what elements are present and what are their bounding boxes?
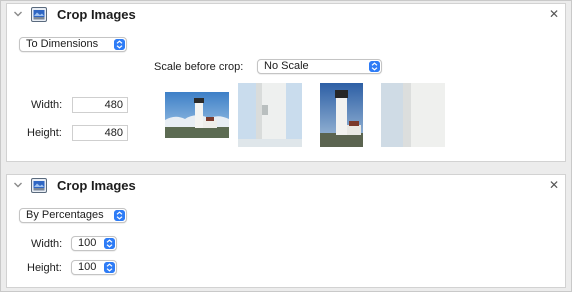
width-label: Width:: [31, 99, 63, 111]
height-label: Height:: [27, 262, 62, 274]
up-down-arrows-icon: [104, 262, 115, 273]
crop-images-action-by-percentages: Crop Images ✕ By Percentages Width: 100 …: [6, 174, 566, 288]
up-down-arrows-icon: [114, 210, 125, 221]
cropped-image-thumbnail: [320, 83, 363, 147]
height-field[interactable]: 480: [72, 125, 128, 141]
action-title: Crop Images: [57, 178, 136, 193]
close-icon[interactable]: ✕: [549, 178, 559, 192]
height-percent-value: 100: [78, 261, 97, 273]
width-percent-value: 100: [78, 237, 97, 249]
crop-mode-popup[interactable]: By Percentages: [19, 208, 127, 223]
original-image-thumbnail: [165, 92, 229, 138]
action-header: Crop Images ✕: [7, 175, 565, 197]
height-percent-popup[interactable]: 100: [71, 260, 117, 275]
scale-value: No Scale: [264, 60, 309, 72]
scaled-image-thumbnail: [238, 83, 302, 147]
crop-mode-popup[interactable]: To Dimensions: [19, 37, 127, 52]
chevron-down-icon[interactable]: [13, 180, 23, 190]
action-header: Crop Images ✕: [7, 4, 565, 26]
crop-mode-value: By Percentages: [26, 209, 104, 221]
width-label: Width:: [31, 238, 63, 250]
width-field[interactable]: 480: [72, 97, 128, 113]
scale-before-crop-label: Scale before crop:: [154, 61, 244, 73]
height-label: Height:: [27, 127, 62, 139]
preview-app-icon: [31, 178, 47, 193]
up-down-arrows-icon: [114, 39, 125, 50]
crop-mode-value: To Dimensions: [26, 38, 99, 50]
up-down-arrows-icon: [104, 238, 115, 249]
action-title: Crop Images: [57, 7, 136, 22]
up-down-arrows-icon: [369, 61, 380, 72]
result-image-thumbnail: [381, 83, 445, 147]
crop-images-action-to-dimensions: Crop Images ✕ To Dimensions Scale before…: [6, 3, 566, 162]
scale-popup[interactable]: No Scale: [257, 59, 382, 74]
preview-app-icon: [31, 7, 47, 22]
chevron-down-icon[interactable]: [13, 9, 23, 19]
close-icon[interactable]: ✕: [549, 7, 559, 21]
width-percent-popup[interactable]: 100: [71, 236, 117, 251]
